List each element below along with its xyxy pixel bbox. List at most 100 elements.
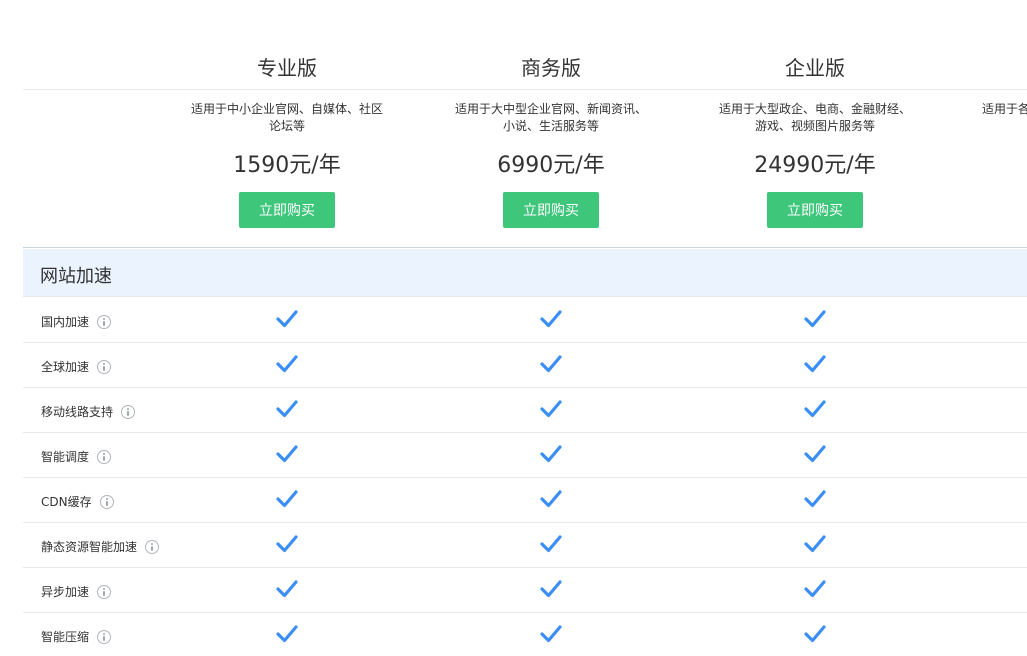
- feature-check-cell: [419, 308, 683, 330]
- plan-name-business: 商务版: [521, 56, 581, 80]
- feature-label-cell: 全球加速: [41, 358, 112, 375]
- buy-now-button-business[interactable]: 立即购买: [503, 192, 599, 228]
- plan-description: 适用于各: [982, 102, 1027, 116]
- plan-header-row: 专业版 商务版 企业版: [23, 40, 1027, 90]
- info-circle-icon[interactable]: [97, 314, 112, 329]
- feature-check-cell: [155, 398, 419, 420]
- plan-card-enterprise: 适用于大型政企、电商、金融财经、 游戏、视频图片服务等 24990元/年 立即购…: [683, 90, 947, 248]
- feature-label-cell: 移动线路支持: [41, 403, 136, 420]
- plan-price: 6990元/年: [497, 153, 605, 178]
- feature-check-cell: [419, 398, 683, 420]
- feature-label: 静态资源智能加速: [41, 540, 138, 554]
- feature-row: 异步加速: [23, 568, 1027, 613]
- feature-label-cell: 智能调度: [41, 448, 112, 465]
- checkmark-icon: [539, 308, 563, 330]
- plan-info-row: 适用于中小企业官网、自媒体、社区 论坛等 1590元/年 立即购买 适用于大中型…: [23, 90, 1027, 248]
- feature-check-cell: [683, 308, 947, 330]
- checkmark-icon: [803, 353, 827, 375]
- checkmark-icon: [539, 398, 563, 420]
- checkmark-icon: [803, 398, 827, 420]
- plan-description: 适用于中小企业官网、自媒体、社区 论坛等: [190, 102, 383, 133]
- info-circle-icon[interactable]: [97, 359, 112, 374]
- section-title: 网站加速: [40, 266, 112, 287]
- feature-label: 智能调度: [41, 450, 90, 464]
- plan-card-partial: 适用于各: [982, 90, 1027, 248]
- checkmark-icon: [539, 443, 563, 465]
- feature-row: 全球加速: [23, 343, 1027, 388]
- checkmark-icon: [539, 488, 563, 510]
- feature-check-cell: [683, 488, 947, 510]
- feature-label-cell: CDN缓存: [41, 493, 114, 510]
- feature-row: 智能调度: [23, 433, 1027, 478]
- checkmark-icon: [803, 443, 827, 465]
- feature-label: CDN缓存: [41, 495, 92, 509]
- checkmark-icon: [803, 533, 827, 555]
- checkmark-icon: [275, 488, 299, 510]
- feature-row: 国内加速: [23, 298, 1027, 343]
- checkmark-icon: [803, 578, 827, 600]
- checkmark-icon: [275, 443, 299, 465]
- plan-card-business: 适用于大中型企业官网、新闻资讯、 小说、生活服务等 6990元/年 立即购买: [419, 90, 683, 248]
- checkmark-icon: [275, 398, 299, 420]
- checkmark-icon: [539, 578, 563, 600]
- feature-check-cell: [683, 398, 947, 420]
- feature-row: 智能压缩: [23, 613, 1027, 656]
- feature-check-cell: [419, 623, 683, 645]
- feature-check-cell: [155, 443, 419, 465]
- checkmark-icon: [803, 488, 827, 510]
- checkmark-icon: [275, 353, 299, 375]
- buy-now-button-enterprise[interactable]: 立即购买: [767, 192, 863, 228]
- plan-description: 适用于大中型企业官网、新闻资讯、 小说、生活服务等: [454, 102, 647, 133]
- feature-label-cell: 异步加速: [41, 583, 112, 600]
- feature-check-cell: [155, 623, 419, 645]
- feature-label-cell: 国内加速: [41, 313, 112, 330]
- checkmark-icon: [275, 578, 299, 600]
- checkmark-icon: [275, 308, 299, 330]
- feature-row: CDN缓存: [23, 478, 1027, 523]
- info-circle-icon[interactable]: [97, 629, 112, 644]
- feature-label: 异步加速: [41, 585, 90, 599]
- feature-check-cell: [419, 353, 683, 375]
- feature-check-cell: [683, 533, 947, 555]
- feature-label: 全球加速: [41, 360, 90, 374]
- feature-label: 移动线路支持: [41, 405, 114, 419]
- info-circle-icon[interactable]: [97, 584, 112, 599]
- feature-check-cell: [155, 353, 419, 375]
- feature-check-cell: [155, 308, 419, 330]
- info-circle-icon[interactable]: [97, 449, 112, 464]
- feature-label-cell: 静态资源智能加速: [41, 538, 160, 555]
- checkmark-icon: [803, 308, 827, 330]
- checkmark-icon: [539, 353, 563, 375]
- feature-label: 国内加速: [41, 315, 90, 329]
- checkmark-icon: [803, 623, 827, 645]
- plan-price: 24990元/年: [754, 153, 876, 178]
- checkmark-icon: [275, 533, 299, 555]
- feature-check-cell: [683, 578, 947, 600]
- plan-name-enterprise: 企业版: [785, 56, 845, 80]
- feature-check-cell: [155, 533, 419, 555]
- feature-check-cell: [683, 443, 947, 465]
- plan-card-pro: 适用于中小企业官网、自媒体、社区 论坛等 1590元/年 立即购买: [155, 90, 419, 248]
- feature-check-cell: [683, 623, 947, 645]
- info-circle-icon[interactable]: [121, 404, 136, 419]
- plan-name-pro: 专业版: [257, 56, 317, 80]
- feature-label: 智能压缩: [41, 630, 90, 644]
- section-header: 网站加速: [23, 249, 1027, 297]
- buy-now-button-pro[interactable]: 立即购买: [239, 192, 335, 228]
- checkmark-icon: [275, 623, 299, 645]
- feature-check-cell: [419, 488, 683, 510]
- feature-check-cell: [419, 443, 683, 465]
- plan-price: 1590元/年: [233, 153, 341, 178]
- feature-check-cell: [419, 533, 683, 555]
- feature-check-cell: [155, 488, 419, 510]
- plan-description: 适用于大型政企、电商、金融财经、 游戏、视频图片服务等: [718, 102, 911, 133]
- feature-label-cell: 智能压缩: [41, 628, 112, 645]
- feature-row: 移动线路支持: [23, 388, 1027, 433]
- info-circle-icon[interactable]: [99, 494, 114, 509]
- feature-check-cell: [683, 353, 947, 375]
- checkmark-icon: [539, 533, 563, 555]
- checkmark-icon: [539, 623, 563, 645]
- feature-check-cell: [419, 578, 683, 600]
- feature-row: 静态资源智能加速: [23, 523, 1027, 568]
- feature-check-cell: [155, 578, 419, 600]
